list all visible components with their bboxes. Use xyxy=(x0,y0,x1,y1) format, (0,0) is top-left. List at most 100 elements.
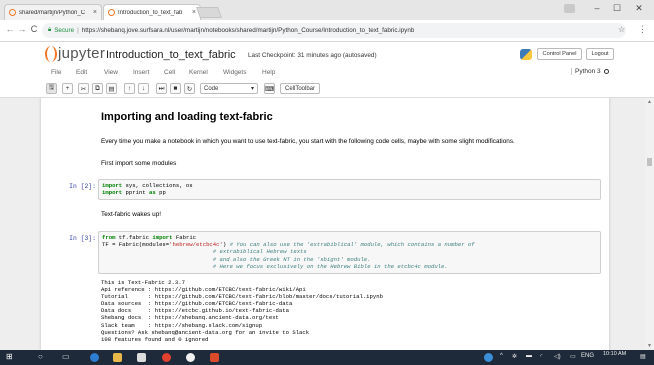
chrome-icon[interactable] xyxy=(162,353,171,362)
clock-time: 10:10 AM xyxy=(603,351,627,357)
cell-prompt: In [2]: xyxy=(69,183,96,190)
code-cell[interactable]: import sys, collections, os import pprin… xyxy=(98,179,601,200)
edge-browser-icon[interactable] xyxy=(90,353,99,362)
menu-widgets[interactable]: Widgets xyxy=(223,69,246,76)
markdown-text: Text-fabric wakes up! xyxy=(101,211,162,218)
maximize-icon[interactable]: ☐ xyxy=(608,3,626,14)
move-up-icon[interactable]: ↑ xyxy=(124,83,135,94)
close-icon[interactable]: × xyxy=(93,9,97,16)
cell-output: This is Text-Fabric 2.3.7 Api reference :… xyxy=(101,279,383,343)
app-icon[interactable] xyxy=(186,353,195,362)
menu-help[interactable]: Help xyxy=(262,69,275,76)
lock-icon: 🔒︎ xyxy=(48,27,52,33)
chevron-down-icon: ▾ xyxy=(250,86,254,92)
kernel-name: Python 3 xyxy=(575,68,601,75)
stop-icon[interactable]: ■ xyxy=(170,83,181,94)
jupyter-logo-icon xyxy=(45,46,57,62)
output-line: Tutorial : https://github.com/ETCBC/text… xyxy=(101,293,383,301)
insert-cell-icon[interactable]: + xyxy=(62,83,73,94)
minimize-icon[interactable]: – xyxy=(588,3,606,13)
browser-menu-icon[interactable]: ⋮ xyxy=(638,24,647,35)
notebook-menubar: File Edit View Insert Cell Kernel Widget… xyxy=(0,66,654,82)
output-line: Slack team : https://shebang.slack.com/s… xyxy=(101,321,263,329)
volume-icon[interactable]: ◁) xyxy=(554,353,561,360)
app-icon[interactable] xyxy=(210,353,219,362)
kernel-indicator: Python 3 xyxy=(571,68,609,75)
output-line: Api reference : https://github.com/ETCBC… xyxy=(101,286,306,294)
reload-icon[interactable]: C xyxy=(28,24,40,34)
restart-icon[interactable]: ↻ xyxy=(184,83,195,94)
markdown-text: Every time you make a notebook in which … xyxy=(101,138,515,145)
jupyter-favicon-icon xyxy=(108,9,115,16)
logout-button[interactable]: Logout xyxy=(586,48,614,60)
battery-icon[interactable]: ▬ xyxy=(526,353,532,359)
store-icon[interactable] xyxy=(137,353,146,362)
browser-tab-file-browser[interactable]: shared/martijn/Python_C × xyxy=(4,4,102,20)
menu-edit[interactable]: Edit xyxy=(76,69,87,76)
jupyter-header: jupyter Introduction_to_text_fabric Last… xyxy=(0,42,654,66)
cut-icon[interactable]: ✂ xyxy=(78,83,89,94)
forward-arrow-icon[interactable]: → xyxy=(16,24,28,34)
notebook-name[interactable]: Introduction_to_text_fabric xyxy=(106,49,236,61)
notifications-icon[interactable]: ▤ xyxy=(640,353,646,360)
keyboard-icon[interactable]: ▭ xyxy=(570,353,576,360)
jupyter-logo[interactable]: jupyter xyxy=(45,45,106,62)
cell-prompt: In [3]: xyxy=(69,235,96,242)
celltoolbar-button[interactable]: CellToolbar xyxy=(280,83,320,94)
control-panel-button[interactable]: Control Panel xyxy=(537,48,582,60)
menu-file[interactable]: File xyxy=(51,69,61,76)
notebook-page: Importing and loading text-fabric Every … xyxy=(41,98,609,350)
paste-icon[interactable]: ▤ xyxy=(106,83,117,94)
notebook-area: Importing and loading text-fabric Every … xyxy=(0,98,645,350)
windows-start-icon[interactable]: ⊞ xyxy=(6,352,13,361)
file-explorer-icon[interactable] xyxy=(113,353,122,362)
cell-type-value: Code xyxy=(204,85,219,92)
language-indicator[interactable]: ENG xyxy=(581,353,594,359)
menu-view[interactable]: View xyxy=(104,69,118,76)
window-close-icon[interactable]: ✕ xyxy=(630,3,648,14)
network-icon[interactable]: ◜ xyxy=(540,353,542,360)
notebook-toolbar: 🖫 + ✂ ⧉ ▤ ↑ ↓ ⏭ ■ ↻ Code ▾ ⌨ CellToolbar xyxy=(0,82,654,98)
run-icon[interactable]: ⏭ xyxy=(156,83,167,94)
python-logo-icon xyxy=(520,49,532,60)
chevron-up-icon[interactable]: ^ xyxy=(500,353,503,359)
output-line: Shebang docs : https://shebanq.ancient-d… xyxy=(101,314,279,322)
cell-type-select[interactable]: Code ▾ xyxy=(200,83,258,94)
back-arrow-icon[interactable]: ← xyxy=(4,24,16,34)
section-heading: Importing and loading text-fabric xyxy=(101,111,273,123)
tab-title: Introduction_to_text_fab xyxy=(118,9,183,16)
save-icon[interactable]: 🖫 xyxy=(46,83,57,94)
bookmark-star-icon[interactable]: ☆ xyxy=(618,25,625,34)
checkpoint-status: Last Checkpoint: 31 minutes ago (autosav… xyxy=(248,52,377,59)
page-scrollbar[interactable]: ▲ ▼ xyxy=(645,98,654,350)
browser-tab-strip: shared/martijn/Python_C × Introduction_t… xyxy=(0,0,654,20)
user-profile-icon[interactable] xyxy=(564,4,575,13)
output-line: Data sources : https://github.com/ETCBC/… xyxy=(101,300,293,308)
jupyter-favicon-icon xyxy=(9,9,16,16)
browser-tab-notebook[interactable]: Introduction_to_text_fab × xyxy=(103,4,201,20)
new-tab-button[interactable] xyxy=(195,7,223,18)
tray-icon[interactable]: ✲ xyxy=(512,353,517,360)
people-icon[interactable] xyxy=(484,353,493,362)
task-view-icon[interactable]: ▭ xyxy=(62,352,70,361)
close-icon[interactable]: × xyxy=(192,9,196,16)
move-down-icon[interactable]: ↓ xyxy=(138,83,149,94)
menu-cell[interactable]: Cell xyxy=(164,69,175,76)
url-text: https://shebanq.jove.surfsara.nl/user/ma… xyxy=(81,27,415,34)
secure-label: Secure xyxy=(54,27,75,34)
windows-taskbar: ⊞ ○ ▭ ^ ✲ ▬ ◜ ◁) ▭ ENG 10:10 AM ▤ xyxy=(0,350,654,365)
tab-title: shared/martijn/Python_C xyxy=(19,9,86,16)
scroll-up-icon[interactable]: ▲ xyxy=(647,99,652,105)
output-line: 108 features found and 0 ignored xyxy=(101,335,209,343)
search-icon[interactable]: ○ xyxy=(38,352,43,361)
command-palette-icon[interactable]: ⌨ xyxy=(264,83,275,94)
scrollbar-thumb[interactable] xyxy=(647,158,652,166)
jupyter-logo-text: jupyter xyxy=(58,45,106,62)
menu-kernel[interactable]: Kernel xyxy=(189,69,208,76)
url-input[interactable]: 🔒︎ Secure | https://shebanq.jove.surfsar… xyxy=(42,23,626,38)
scroll-down-icon[interactable]: ▼ xyxy=(647,343,652,349)
clock[interactable]: 10:10 AM xyxy=(603,351,626,358)
copy-icon[interactable]: ⧉ xyxy=(92,83,103,94)
menu-insert[interactable]: Insert xyxy=(133,69,149,76)
code-cell[interactable]: from tf.fabric import Fabric TF = Fabric… xyxy=(98,231,601,274)
